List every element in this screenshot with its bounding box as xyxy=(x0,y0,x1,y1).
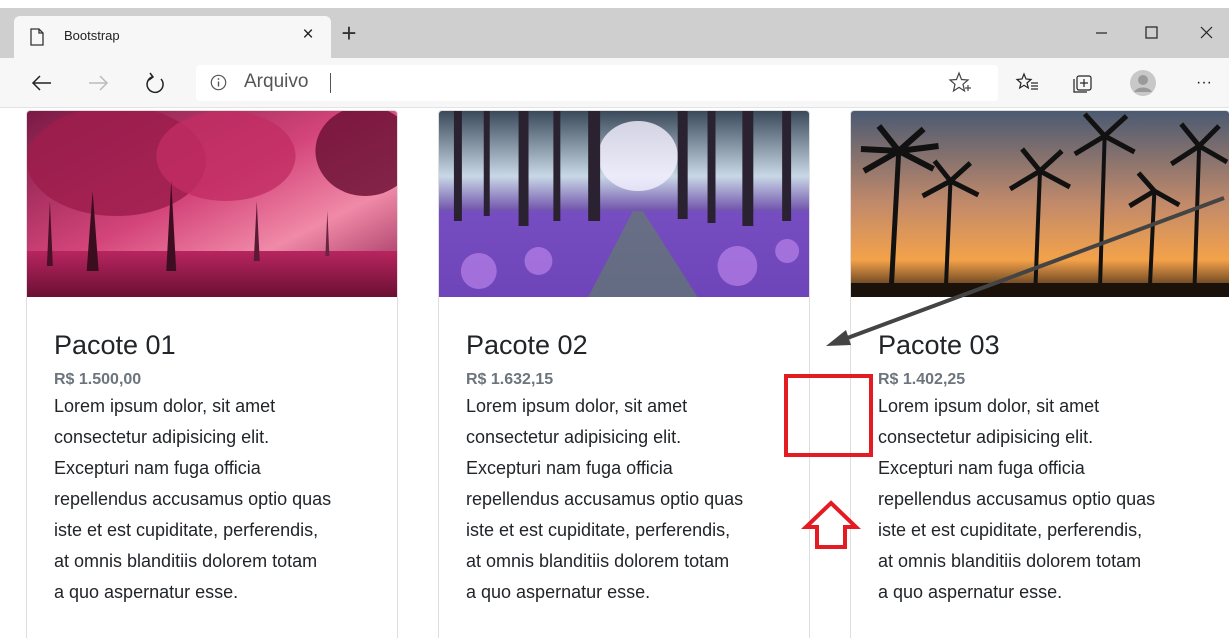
collections-icon xyxy=(1073,75,1092,93)
minimize-icon xyxy=(1096,32,1107,34)
card-pacote-02: Pacote 02 R$ 1.632,15 Lorem ipsum dolor,… xyxy=(438,110,810,638)
star-icon[interactable] xyxy=(948,71,972,95)
text-cursor xyxy=(330,73,331,93)
card-text-line: consectetur adipisicing elit. xyxy=(878,427,1094,447)
card-text-line: Lorem ipsum dolor, sit amet xyxy=(466,396,688,416)
card-text-line: Excepturi nam fuga officia xyxy=(54,458,261,478)
card-text-line: Excepturi nam fuga officia xyxy=(466,458,673,478)
card-text-line: iste et est cupiditate, perferendis, xyxy=(878,520,1143,540)
collections-button[interactable] xyxy=(1068,68,1100,98)
card-pacote-03: Pacote 03 R$ 1.402,25 Lorem ipsum dolor,… xyxy=(850,110,1229,638)
tab-bootstrap[interactable]: Bootstrap × xyxy=(14,16,331,58)
refresh-icon xyxy=(146,72,164,94)
favorites-button[interactable] xyxy=(1012,68,1044,98)
close-window-button[interactable] xyxy=(1190,18,1224,48)
close-icon xyxy=(1200,26,1213,39)
card-price: R$ 1.632,15 xyxy=(466,371,554,388)
tab-title: Bootstrap xyxy=(64,28,120,43)
card-text-line: repellendus accusamus optio quas xyxy=(466,489,744,509)
back-icon xyxy=(31,75,51,91)
favorites-icon xyxy=(1015,72,1038,90)
profile-icon xyxy=(1130,70,1156,96)
card-text-line: a quo aspernatur esse. xyxy=(54,582,239,602)
browser-toolbar: Arquivo ··· xyxy=(0,58,1229,108)
card-pacote-01: Pacote 01 R$ 1.500,00 Lorem ipsum dolor,… xyxy=(26,110,398,638)
profile-button[interactable] xyxy=(1127,68,1159,98)
card-text-line: consectetur adipisicing elit. xyxy=(466,427,682,447)
card-body: Pacote 01 R$ 1.500,00 Lorem ipsum dolor,… xyxy=(54,325,384,608)
maximize-button[interactable] xyxy=(1135,18,1169,48)
more-icon[interactable]: ··· xyxy=(1188,68,1220,98)
card-text-line: Lorem ipsum dolor, sit amet xyxy=(54,396,276,416)
card-text: Lorem ipsum dolor, sit amet consectetur … xyxy=(878,391,1208,608)
card-text: Lorem ipsum dolor, sit amet consectetur … xyxy=(54,391,384,608)
card-text-line: at omnis blanditiis dolorem totam xyxy=(878,551,1142,571)
page-content: Pacote 01 R$ 1.500,00 Lorem ipsum dolor,… xyxy=(0,108,1229,638)
forward-icon xyxy=(89,75,109,91)
back-button[interactable] xyxy=(26,68,58,98)
card-text-line: repellendus accusamus optio quas xyxy=(878,489,1156,509)
card-price: R$ 1.402,25 xyxy=(878,371,966,388)
card-image xyxy=(439,111,809,297)
minimize-button[interactable] xyxy=(1085,18,1119,48)
card-price: R$ 1.500,00 xyxy=(54,371,142,388)
card-text-line: repellendus accusamus optio quas xyxy=(54,489,332,509)
info-icon[interactable] xyxy=(210,74,227,91)
forward-button[interactable] xyxy=(82,68,114,98)
card-text: Lorem ipsum dolor, sit amet consectetur … xyxy=(466,391,796,608)
browser-tab-bar: Bootstrap × + xyxy=(0,8,1229,58)
card-text-line: Lorem ipsum dolor, sit amet xyxy=(878,396,1100,416)
card-title: Pacote 03 xyxy=(878,330,1000,360)
card-text-line: consectetur adipisicing elit. xyxy=(54,427,270,447)
card-title: Pacote 02 xyxy=(466,330,588,360)
address-bar[interactable]: Arquivo xyxy=(196,65,998,101)
new-tab-button[interactable]: + xyxy=(337,20,361,46)
page-icon xyxy=(30,28,44,46)
card-text-line: at omnis blanditiis dolorem totam xyxy=(54,551,318,571)
card-text-line: a quo aspernatur esse. xyxy=(878,582,1063,602)
top-strip xyxy=(0,0,1229,8)
card-text-line: iste et est cupiditate, perferendis, xyxy=(54,520,319,540)
card-body: Pacote 03 R$ 1.402,25 Lorem ipsum dolor,… xyxy=(878,325,1208,608)
card-image xyxy=(27,111,397,297)
card-text-line: Excepturi nam fuga officia xyxy=(878,458,1085,478)
card-body: Pacote 02 R$ 1.632,15 Lorem ipsum dolor,… xyxy=(466,325,796,608)
card-text-line: at omnis blanditiis dolorem totam xyxy=(466,551,730,571)
card-title: Pacote 01 xyxy=(54,330,176,360)
card-image xyxy=(851,111,1229,297)
address-text: Arquivo xyxy=(244,71,309,92)
card-text-line: iste et est cupiditate, perferendis, xyxy=(466,520,731,540)
card-text-line: a quo aspernatur esse. xyxy=(466,582,651,602)
refresh-button[interactable] xyxy=(140,68,172,98)
tab-close-icon[interactable]: × xyxy=(297,24,319,46)
maximize-icon xyxy=(1145,26,1158,39)
